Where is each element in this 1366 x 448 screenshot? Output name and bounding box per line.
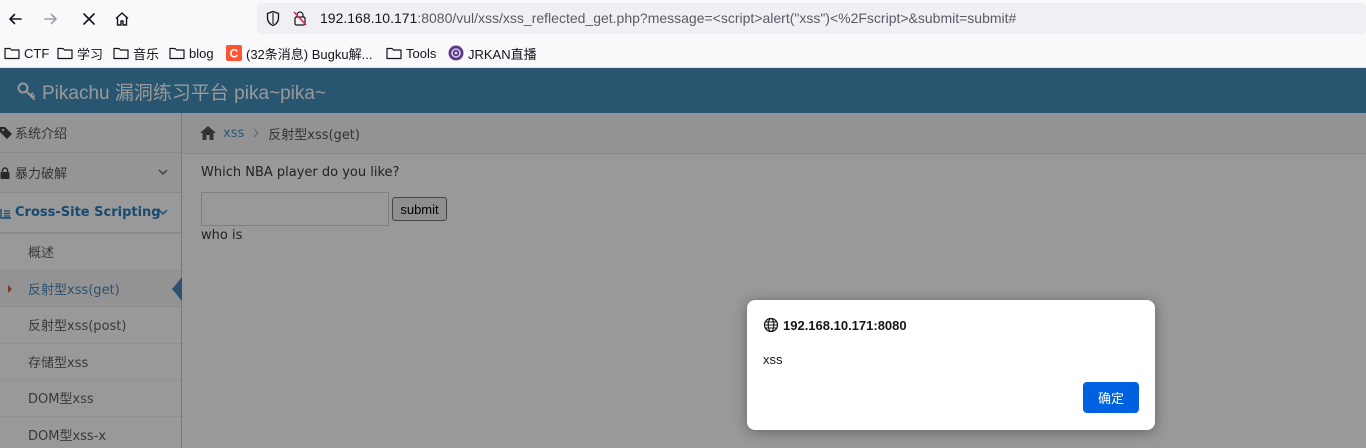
url-text[interactable]: 192.168.10.171:8080/vul/xss/xss_reflecte… <box>320 10 1016 26</box>
url-path: :8080/vul/xss/xss_reflected_get.php?mess… <box>417 10 1017 26</box>
bookmark-tools[interactable]: Tools <box>386 44 436 62</box>
ok-button[interactable]: 确定 <box>1083 382 1139 413</box>
bookmark-label: blog <box>189 45 214 61</box>
globe-icon <box>763 317 779 333</box>
modal-overlay <box>0 68 1366 448</box>
back-button[interactable] <box>2 6 28 32</box>
dialog-message: xss <box>763 352 783 367</box>
insecure-lock-icon[interactable] <box>292 10 308 31</box>
stop-button[interactable] <box>76 6 102 32</box>
bookmarks-bar: CTF 学习 音乐 blog C (32条消息) Bugku解... Tools… <box>0 38 1366 68</box>
svg-text:C: C <box>230 47 239 61</box>
forward-button[interactable] <box>38 6 64 32</box>
dialog-origin: 192.168.10.171:8080 <box>763 317 907 333</box>
folder-icon <box>4 46 20 60</box>
csdn-icon: C <box>226 45 242 61</box>
bookmark-jrkan[interactable]: JRKAN直播 <box>448 44 537 62</box>
arrow-left-icon <box>9 13 22 25</box>
bookmark-label: JRKAN直播 <box>468 46 537 62</box>
bookmark-label: Tools <box>406 45 437 61</box>
bookmark-blog[interactable]: blog <box>169 44 214 62</box>
browser-toolbar: 192.168.10.171:8080/vul/xss/xss_reflecte… <box>0 0 1366 38</box>
url-bar[interactable]: 192.168.10.171:8080/vul/xss/xss_reflecte… <box>257 3 1366 34</box>
home-button[interactable] <box>109 6 135 32</box>
alert-dialog: 192.168.10.171:8080 xss 确定 <box>747 300 1155 430</box>
bookmark-label: 音乐 <box>133 46 160 62</box>
url-host: 192.168.10.171 <box>320 10 418 26</box>
folder-icon <box>169 46 185 60</box>
bookmark-label: (32条消息) Bugku解... <box>246 46 373 62</box>
jrkan-icon <box>448 45 464 61</box>
folder-icon <box>113 46 129 60</box>
bookmark-label: CTF <box>24 45 50 61</box>
bookmark-music[interactable]: 音乐 <box>113 44 159 62</box>
close-icon <box>83 13 95 25</box>
home-icon <box>115 12 129 26</box>
arrow-right-icon <box>44 13 57 25</box>
folder-icon <box>57 46 73 60</box>
bookmark-study[interactable]: 学习 <box>57 44 103 62</box>
bookmark-ctf[interactable]: CTF <box>4 44 49 62</box>
shield-icon[interactable] <box>265 10 281 31</box>
bookmark-bugku[interactable]: C (32条消息) Bugku解... <box>226 44 372 62</box>
dialog-origin-text: 192.168.10.171:8080 <box>783 317 907 333</box>
bookmark-label: 学习 <box>77 46 104 62</box>
folder-icon <box>386 46 402 60</box>
